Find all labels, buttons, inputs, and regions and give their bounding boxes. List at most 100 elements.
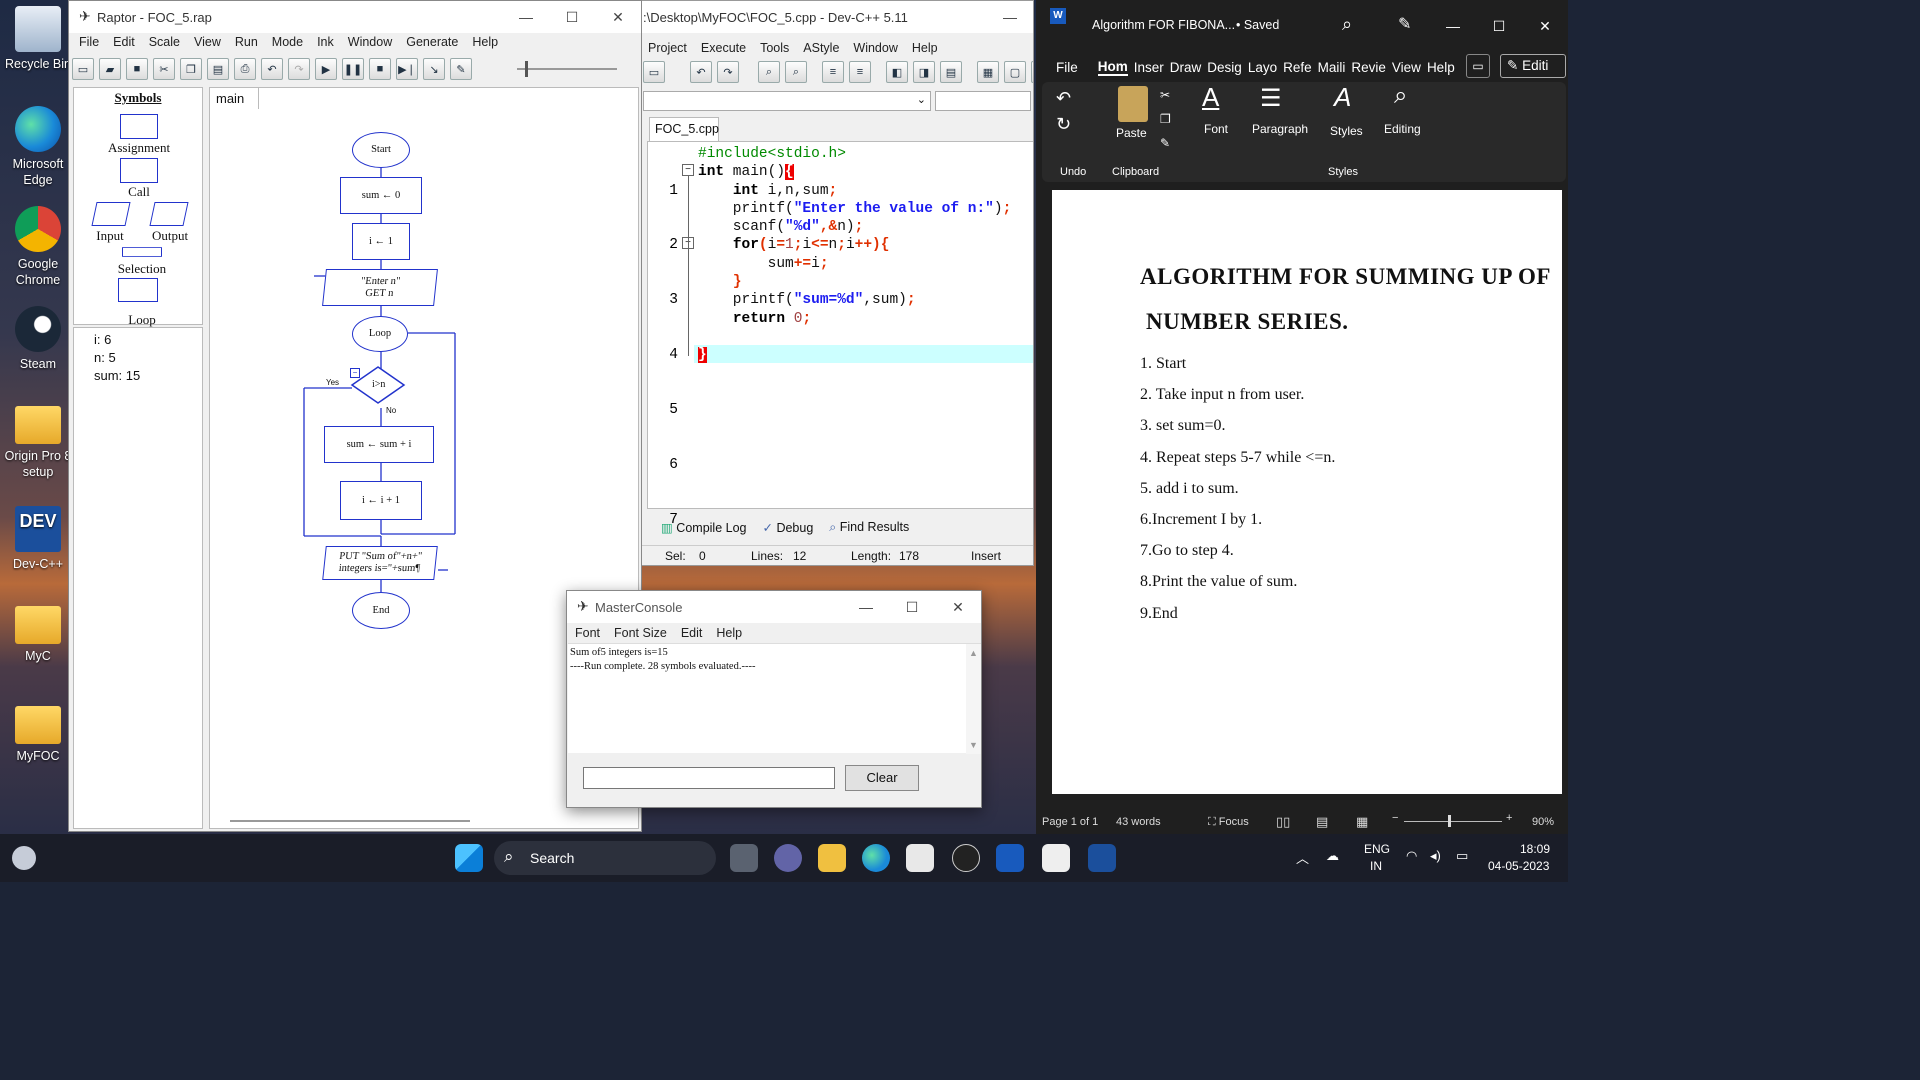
read-mode-icon[interactable]: ▯▯ [1276,814,1290,830]
menu-view[interactable]: View [187,35,228,49]
raptor-taskbar-icon[interactable] [1042,844,1070,872]
paste-label[interactable]: Paste [1116,126,1147,140]
tab-insert[interactable]: Inser [1134,60,1164,75]
editing-button[interactable]: Editing [1384,122,1421,136]
tab-design[interactable]: Desig [1207,60,1242,75]
horizontal-scrollbar[interactable] [230,820,470,822]
menu-project[interactable]: Project [641,41,694,55]
color-icon[interactable]: ▦ [1031,61,1033,83]
i-increment-box[interactable]: i ← i + 1 [340,481,422,520]
new-file-icon[interactable]: ▭ [72,58,94,80]
clear-button[interactable]: Clear [845,765,919,791]
close-button[interactable]: ✕ [595,1,641,33]
pen-icon[interactable]: ✎ [1398,14,1411,34]
tab-layout[interactable]: Layo [1248,60,1277,75]
battery-icon[interactable]: ▭ [1456,848,1468,864]
tab-references[interactable]: Refe [1283,60,1312,75]
open-folder-icon[interactable]: ▰ [99,58,121,80]
cloud-icon[interactable]: ☁ [1326,848,1339,864]
close-button[interactable]: ✕ [935,591,981,623]
language-indicator[interactable]: ENG [1364,842,1390,856]
class-dropdown[interactable]: ⌄ [643,91,931,111]
new-icon[interactable]: ▭ [643,61,665,83]
speed-slider[interactable] [517,58,617,80]
menu-font-size[interactable]: Font Size [607,626,674,640]
file-explorer-icon[interactable] [818,844,846,872]
edge-icon[interactable] [862,844,890,872]
saved-status[interactable]: • Saved [1236,18,1279,32]
minimize-button[interactable]: — [843,591,889,623]
pen-icon[interactable]: ✎ [450,58,472,80]
bookmark2-icon[interactable]: ◨ [913,61,935,83]
word-taskbar-icon[interactable] [996,844,1024,872]
menu-help[interactable]: Help [709,626,749,640]
scroll-down-icon[interactable]: ▼ [969,738,978,752]
tab-home[interactable]: Hom [1097,59,1128,76]
font-icon[interactable]: A [1202,82,1219,113]
undo-icon[interactable]: ↶ [261,58,283,80]
focus-button[interactable]: ⛶ Focus [1208,816,1249,829]
member-dropdown[interactable] [935,91,1031,111]
tab-view[interactable]: View [1392,60,1421,75]
input-box[interactable]: "Enter n" GET n [322,269,438,306]
styles-icon[interactable]: A [1334,82,1351,113]
dell-icon[interactable] [952,844,980,872]
loop-node[interactable]: Loop [352,316,408,352]
redo-icon[interactable]: ↷ [288,58,310,80]
debug-tab[interactable]: ✓ Debug [762,520,813,535]
menu-help[interactable]: Help [465,35,505,49]
undo-icon[interactable]: ↶ [690,61,712,83]
raptor-titlebar[interactable]: ✈ Raptor - FOC_5.rap — ☐ ✕ [69,1,641,33]
menu-file[interactable]: File [72,35,106,49]
clock-time[interactable]: 18:09 [1520,842,1550,856]
menu-ink[interactable]: Ink [310,35,341,49]
copy-icon[interactable]: ❐ [1160,112,1171,126]
condition-diamond[interactable]: i>n [350,366,406,404]
redo-icon[interactable]: ↻ [1056,114,1071,135]
styles-button[interactable]: Styles [1330,124,1363,138]
zoom-slider[interactable]: − + [1392,812,1514,828]
search-box[interactable]: ⌕ Search [494,841,716,875]
console-titlebar[interactable]: ✈ MasterConsole — ☐ ✕ [567,591,981,623]
volume-icon[interactable]: ◂) [1430,848,1441,864]
minimize-button[interactable]: — [987,1,1033,33]
indent-icon[interactable]: ≡ [822,61,844,83]
maximize-button[interactable]: ☐ [889,591,935,623]
sum-update-box[interactable]: sum ← sum + i [324,426,434,463]
menu-window[interactable]: Window [341,35,399,49]
selection-symbol[interactable] [122,247,162,257]
replace-icon[interactable]: ⌕ [785,61,807,83]
format-painter-icon[interactable]: ✎ [1160,136,1170,150]
menu-astyle[interactable]: AStyle [796,41,846,55]
unindent-icon[interactable]: ≡ [849,61,871,83]
myc-folder-shortcut[interactable]: MyC [0,606,76,664]
maximize-button[interactable]: ☐ [549,1,595,33]
teams-icon[interactable] [774,844,802,872]
devcpp-taskbar-icon[interactable] [1088,844,1116,872]
step-into-icon[interactable]: ↘ [423,58,445,80]
chrome-shortcut[interactable]: Google Chrome [0,206,76,288]
compile-log-tab[interactable]: ▥ Compile Log [661,520,746,535]
menu-edit[interactable]: Edit [106,35,142,49]
close-button[interactable]: ✕ [1522,10,1568,42]
stop-icon[interactable]: ■ [369,58,391,80]
minimize-button[interactable]: — [503,1,549,33]
menu-execute[interactable]: Execute [694,41,753,55]
call-symbol[interactable] [120,158,158,183]
search-icon[interactable]: ⌕ [1342,14,1352,35]
cut-icon[interactable]: ✂ [1160,88,1170,102]
fold-toggle[interactable]: − [682,164,694,176]
input-symbol[interactable] [91,202,131,226]
copy-icon[interactable]: ❐ [180,58,202,80]
undo-icon[interactable]: ↶ [1056,88,1071,109]
pause-icon[interactable]: ❚❚ [342,58,364,80]
menu-generate[interactable]: Generate [399,35,465,49]
clock-date[interactable]: 04-05-2023 [1488,859,1549,873]
minimize-button[interactable]: — [1430,10,1476,42]
start-button[interactable] [455,844,483,872]
store-icon[interactable] [906,844,934,872]
bookmark-icon[interactable]: ◧ [886,61,908,83]
region-indicator[interactable]: IN [1370,859,1382,873]
font-button[interactable]: Font [1204,122,1228,136]
file-tab[interactable]: FOC_5.cpp [649,117,719,141]
